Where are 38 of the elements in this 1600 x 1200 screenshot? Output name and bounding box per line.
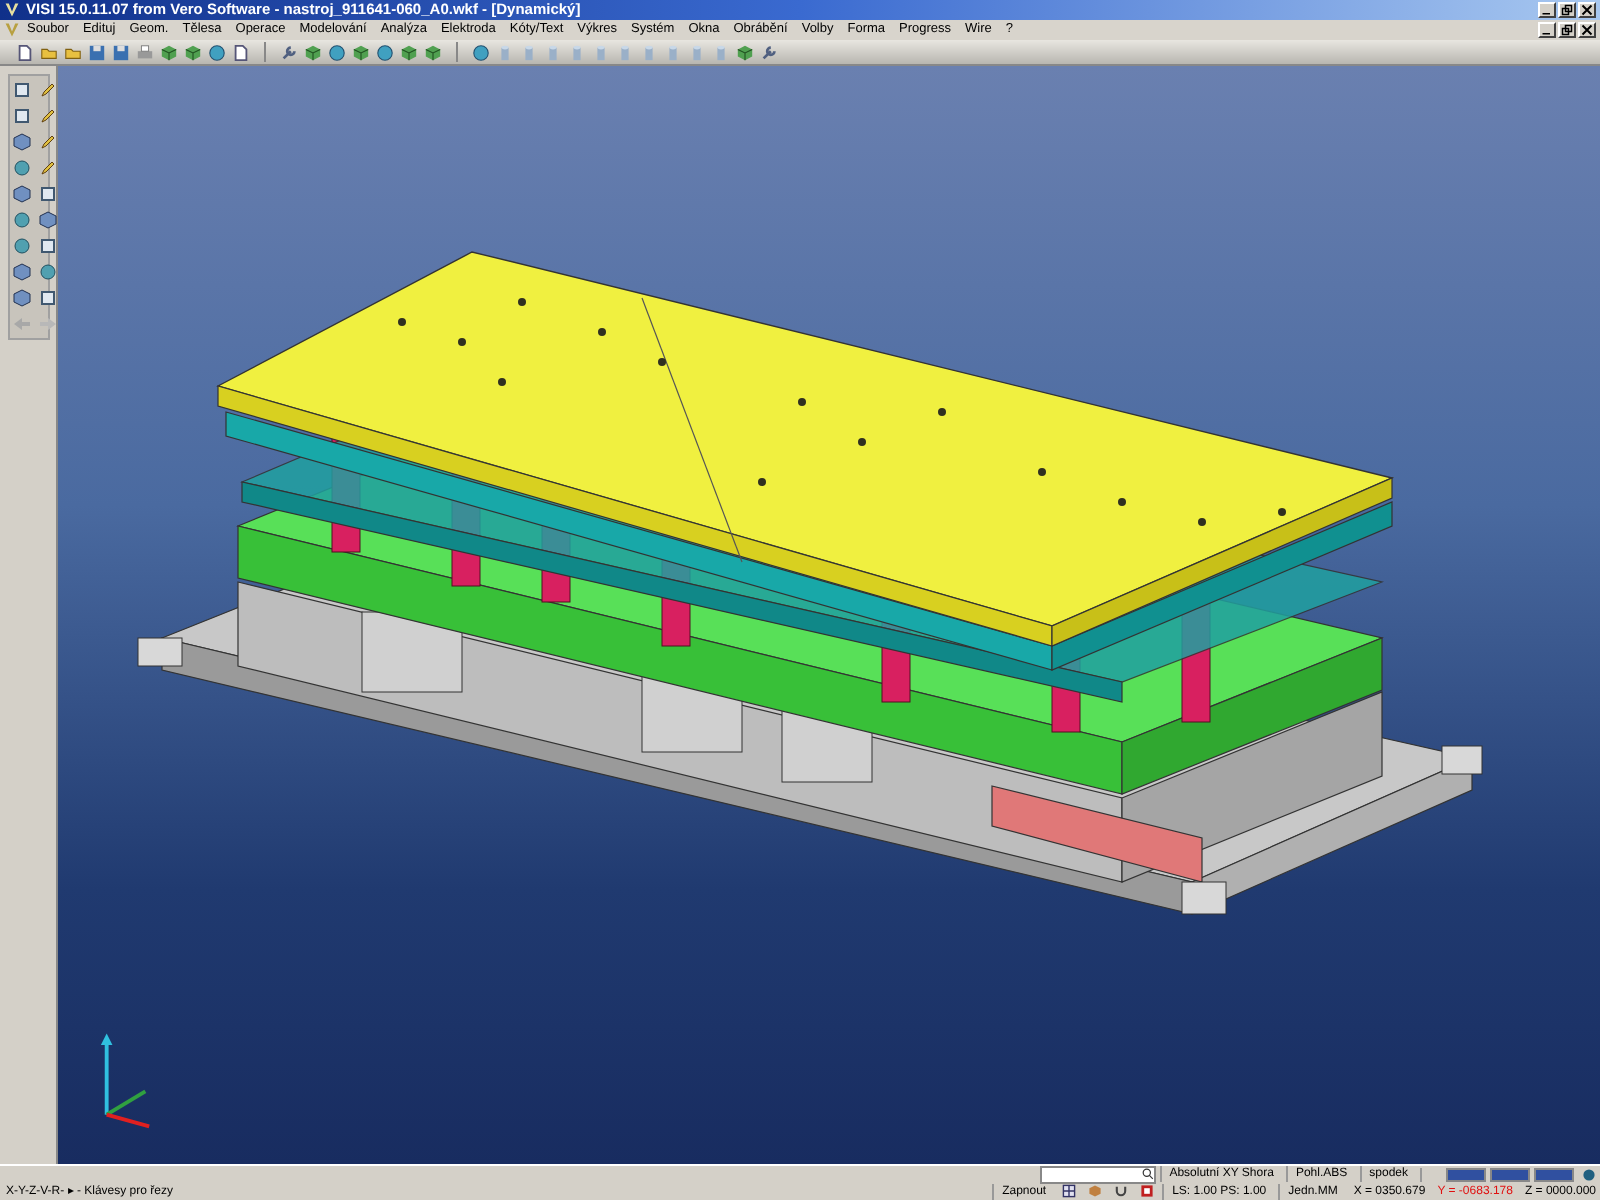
- cube-icon[interactable]: [304, 43, 322, 61]
- cube-icon[interactable]: [352, 43, 370, 61]
- printer-icon[interactable]: [136, 43, 154, 61]
- sphere-icon: [1582, 1167, 1596, 1182]
- layer-indicator: [1446, 1167, 1486, 1182]
- sphere-icon[interactable]: [376, 43, 394, 61]
- cube-icon[interactable]: [184, 43, 202, 61]
- cube-icon[interactable]: [424, 43, 442, 61]
- close-button[interactable]: [1578, 2, 1596, 18]
- search-field[interactable]: [1039, 1165, 1156, 1184]
- minimize-button[interactable]: [1538, 2, 1556, 18]
- close-button[interactable]: [1578, 22, 1596, 38]
- square-icon[interactable]: [38, 288, 58, 308]
- square-icon[interactable]: [12, 106, 32, 126]
- restore-button[interactable]: [1558, 2, 1576, 18]
- sphere-icon[interactable]: [328, 43, 346, 61]
- layer-indicator: [1490, 1167, 1530, 1182]
- cube-icon[interactable]: [736, 43, 754, 61]
- grid-icon[interactable]: [1062, 1184, 1077, 1199]
- stop-icon[interactable]: [1140, 1184, 1155, 1199]
- close-icon: [1580, 4, 1594, 16]
- cube-icon[interactable]: [160, 43, 178, 61]
- sphere-icon[interactable]: [472, 43, 490, 61]
- sphere-icon[interactable]: [12, 158, 32, 178]
- tool-icon[interactable]: [280, 43, 298, 61]
- tool-icon[interactable]: [760, 43, 778, 61]
- restore-button[interactable]: [1558, 22, 1576, 38]
- minimize-button[interactable]: [1538, 22, 1556, 38]
- cube-icon[interactable]: [400, 43, 418, 61]
- magnet-icon[interactable]: [1114, 1184, 1129, 1199]
- square-icon[interactable]: [38, 236, 58, 256]
- sphere-icon[interactable]: [208, 43, 226, 61]
- square-icon[interactable]: [38, 184, 58, 204]
- layer-indicator: [1534, 1167, 1574, 1182]
- search-icon: [1141, 1167, 1154, 1180]
- cube-icon[interactable]: [12, 132, 32, 152]
- close-icon: [1580, 24, 1594, 36]
- square-icon[interactable]: [12, 80, 32, 100]
